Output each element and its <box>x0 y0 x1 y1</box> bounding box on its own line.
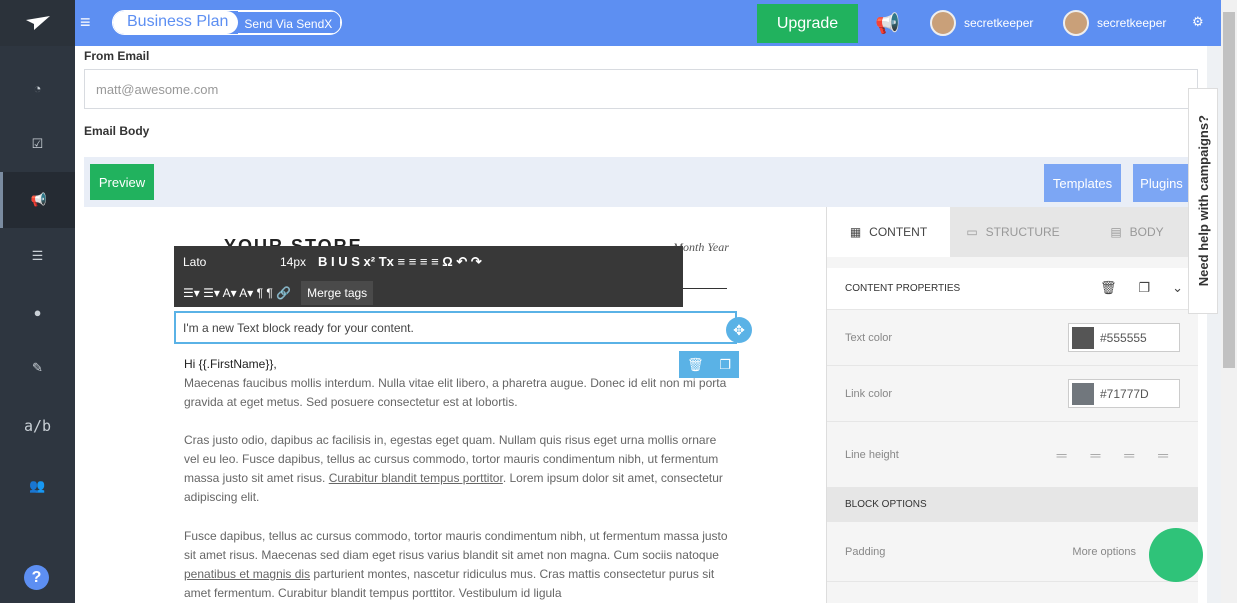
rte-row-1: Lato 14px B I U S x² Tx ≡ ≡ ≡ ≡ Ω ↶ ↷ <box>183 254 482 270</box>
tab-structure-label: STRUCTURE <box>985 225 1060 239</box>
text-color-input[interactable]: #555555 <box>1068 323 1180 352</box>
divider <box>683 288 727 289</box>
plan-badge: Business Plan Send Via SendX <box>112 10 343 35</box>
upgrade-button[interactable]: Upgrade <box>757 4 858 43</box>
plan-label: Business Plan <box>113 11 239 34</box>
paragraph-1: Maecenas faucibus mollis interdum. Nulla… <box>184 376 727 409</box>
preview-button[interactable]: Preview <box>90 164 154 200</box>
chevron-down-icon[interactable]: ⌄ <box>1172 280 1183 296</box>
block-options-header: BLOCK OPTIONS <box>827 488 1198 522</box>
help-campaigns-label: Need help with campaigns? <box>1195 115 1211 287</box>
tab-body[interactable]: ▤ BODY <box>1076 207 1198 257</box>
users-icon[interactable]: 👥 <box>0 458 75 514</box>
panel-actions: 🗑 ❐ ⌄ <box>1100 280 1183 296</box>
menu-icon[interactable]: ≡ <box>80 12 100 32</box>
send-via-label[interactable]: Send Via SendX <box>238 11 342 34</box>
email-body-label: Email Body <box>84 124 150 138</box>
drop-icon[interactable]: ● <box>0 284 75 340</box>
list-icon[interactable]: ☰▾ ☰▾ A▾ A▾ ¶ ¶ 🔗 <box>183 286 291 300</box>
trash-icon[interactable]: 🗑 <box>1100 280 1117 296</box>
bold-icon[interactable]: B I U S x² Tx ≡ ≡ ≡ ≡ Ω ↶ ↷ <box>318 254 482 270</box>
username: secretkeeper <box>964 16 1034 30</box>
grid-icon: ▦ <box>849 225 862 239</box>
text-color-row: Text color #555555 <box>827 310 1198 366</box>
merge-tags-button[interactable]: Merge tags <box>301 281 374 305</box>
rte-row-2: ☰▾ ☰▾ A▾ A▾ ¶ ¶ 🔗 Merge tags <box>183 281 374 305</box>
dashboard-icon[interactable]: ◔ <box>0 60 75 116</box>
text-color-value: #555555 <box>1100 330 1147 345</box>
tab-content-label: CONTENT <box>869 225 928 239</box>
body-icon: ▤ <box>1110 225 1122 239</box>
from-email-label: From Email <box>84 49 150 63</box>
color-swatch <box>1072 382 1094 405</box>
greeting-text: Hi {{.FirstName}}, <box>184 357 277 371</box>
list-icon[interactable]: ☰ <box>0 228 75 284</box>
new-text-block[interactable]: I'm a new Text block ready for your cont… <box>174 311 737 344</box>
duplicate-icon[interactable]: ❐ <box>1139 280 1151 296</box>
link-color-value: #71777D <box>1100 386 1149 401</box>
structure-icon: ▭ <box>966 225 978 239</box>
link-color-row: Link color #71777D <box>827 366 1198 422</box>
block-options-label: BLOCK OPTIONS <box>845 499 927 510</box>
size-select[interactable]: 14px <box>280 255 306 269</box>
avatar <box>930 10 956 36</box>
para3-link[interactable]: penatibus et magnis dis <box>184 567 310 581</box>
line-height-row: Line height ═ ═ ═ ═ <box>827 422 1198 488</box>
link-color-label: Link color <box>845 387 893 400</box>
para3-text: Fusce dapibus, tellus ac cursus commodo,… <box>184 529 728 562</box>
checklist-icon[interactable]: ☑ <box>0 116 75 172</box>
line-height-label: Line height <box>845 448 899 461</box>
content-properties-label: CONTENT PROPERTIES <box>845 283 961 294</box>
padding-row: Padding More options <box>827 522 1198 582</box>
plugins-button[interactable]: Plugins <box>1133 164 1190 202</box>
chat-icon[interactable] <box>1149 528 1203 582</box>
tab-body-label: BODY <box>1129 225 1164 239</box>
padding-label: Padding <box>845 545 886 558</box>
font-select[interactable]: Lato <box>183 255 268 269</box>
text-color-label: Text color <box>845 331 893 344</box>
help-campaigns-tab[interactable]: Need help with campaigns? <box>1188 88 1218 314</box>
avatar <box>1063 10 1089 36</box>
megaphone-icon[interactable]: 📢 <box>0 172 75 228</box>
logo[interactable] <box>0 0 75 46</box>
ab-test-item[interactable]: a/b <box>0 398 75 454</box>
link-color-input[interactable]: #71777D <box>1068 379 1180 408</box>
more-options-link[interactable]: More options <box>1072 546 1136 558</box>
magic-wand-icon[interactable]: ✎ <box>0 340 75 396</box>
paragraph-3: Fusce dapibus, tellus ac cursus commodo,… <box>184 527 729 603</box>
para2-link[interactable]: Curabitur blandit tempus porttitor <box>329 471 503 485</box>
editor-toolbar <box>84 157 1198 207</box>
tab-content[interactable]: ▦ CONTENT <box>827 207 950 257</box>
paragraph-2: Cras justo odio, dapibus ac facilisis in… <box>184 431 729 507</box>
settings-icon[interactable]: ⚙ <box>1192 14 1204 30</box>
paper-plane-icon <box>25 16 50 30</box>
templates-button[interactable]: Templates <box>1044 164 1121 202</box>
move-icon[interactable]: ✥ <box>726 317 752 343</box>
color-swatch <box>1072 326 1094 349</box>
tab-structure[interactable]: ▭ STRUCTURE <box>950 207 1076 257</box>
username: secretkeeper <box>1097 16 1167 30</box>
megaphone-icon[interactable]: 📢 <box>875 11 900 36</box>
help-icon[interactable]: ? <box>24 565 49 590</box>
from-email-input[interactable]: matt@awesome.com <box>84 69 1198 109</box>
line-height-options[interactable]: ═ ═ ═ ═ <box>1057 447 1178 463</box>
user-menu-2[interactable]: secretkeeper <box>1063 10 1166 36</box>
scrollbar-thumb[interactable] <box>1223 12 1235 368</box>
user-menu-1[interactable]: secretkeeper <box>930 10 1033 36</box>
